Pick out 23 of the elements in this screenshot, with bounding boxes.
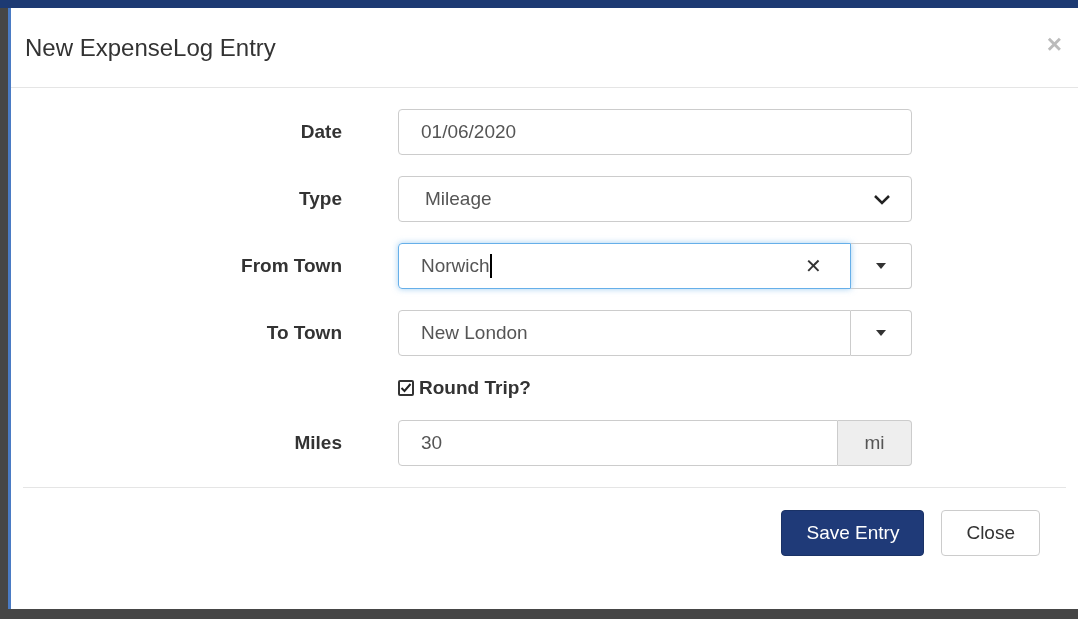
unit-addon: mi	[838, 420, 912, 466]
field-label: Miles	[294, 430, 342, 455]
chevron-down-icon	[873, 193, 891, 205]
checkbox-label: Round Trip?	[419, 375, 531, 400]
town-combobox[interactable]: Norwich ✕	[398, 243, 851, 289]
caret-icon	[876, 263, 886, 269]
town-combobox[interactable]: New London	[398, 310, 851, 356]
dialog-title: New ExpenseLog Entry	[25, 32, 276, 63]
close-button[interactable]: Close	[941, 510, 1040, 556]
text-cursor	[489, 254, 492, 278]
field-label: From Town	[241, 253, 342, 278]
checkbox[interactable]	[398, 380, 414, 396]
field-label: Type	[299, 186, 342, 211]
miles-field[interactable]: 30	[398, 420, 838, 466]
field-label: Date	[300, 119, 342, 144]
field-label: To Town	[266, 320, 342, 345]
dropdown-button[interactable]	[851, 310, 912, 356]
clear-button[interactable]: ✕	[805, 251, 822, 281]
type-select[interactable]: Mileage	[398, 176, 912, 222]
caret-icon	[876, 330, 886, 336]
date-field[interactable]: 01/06/2020	[398, 109, 912, 155]
save-button[interactable]: Save Entry	[781, 510, 925, 556]
dropdown-button[interactable]	[851, 243, 912, 289]
